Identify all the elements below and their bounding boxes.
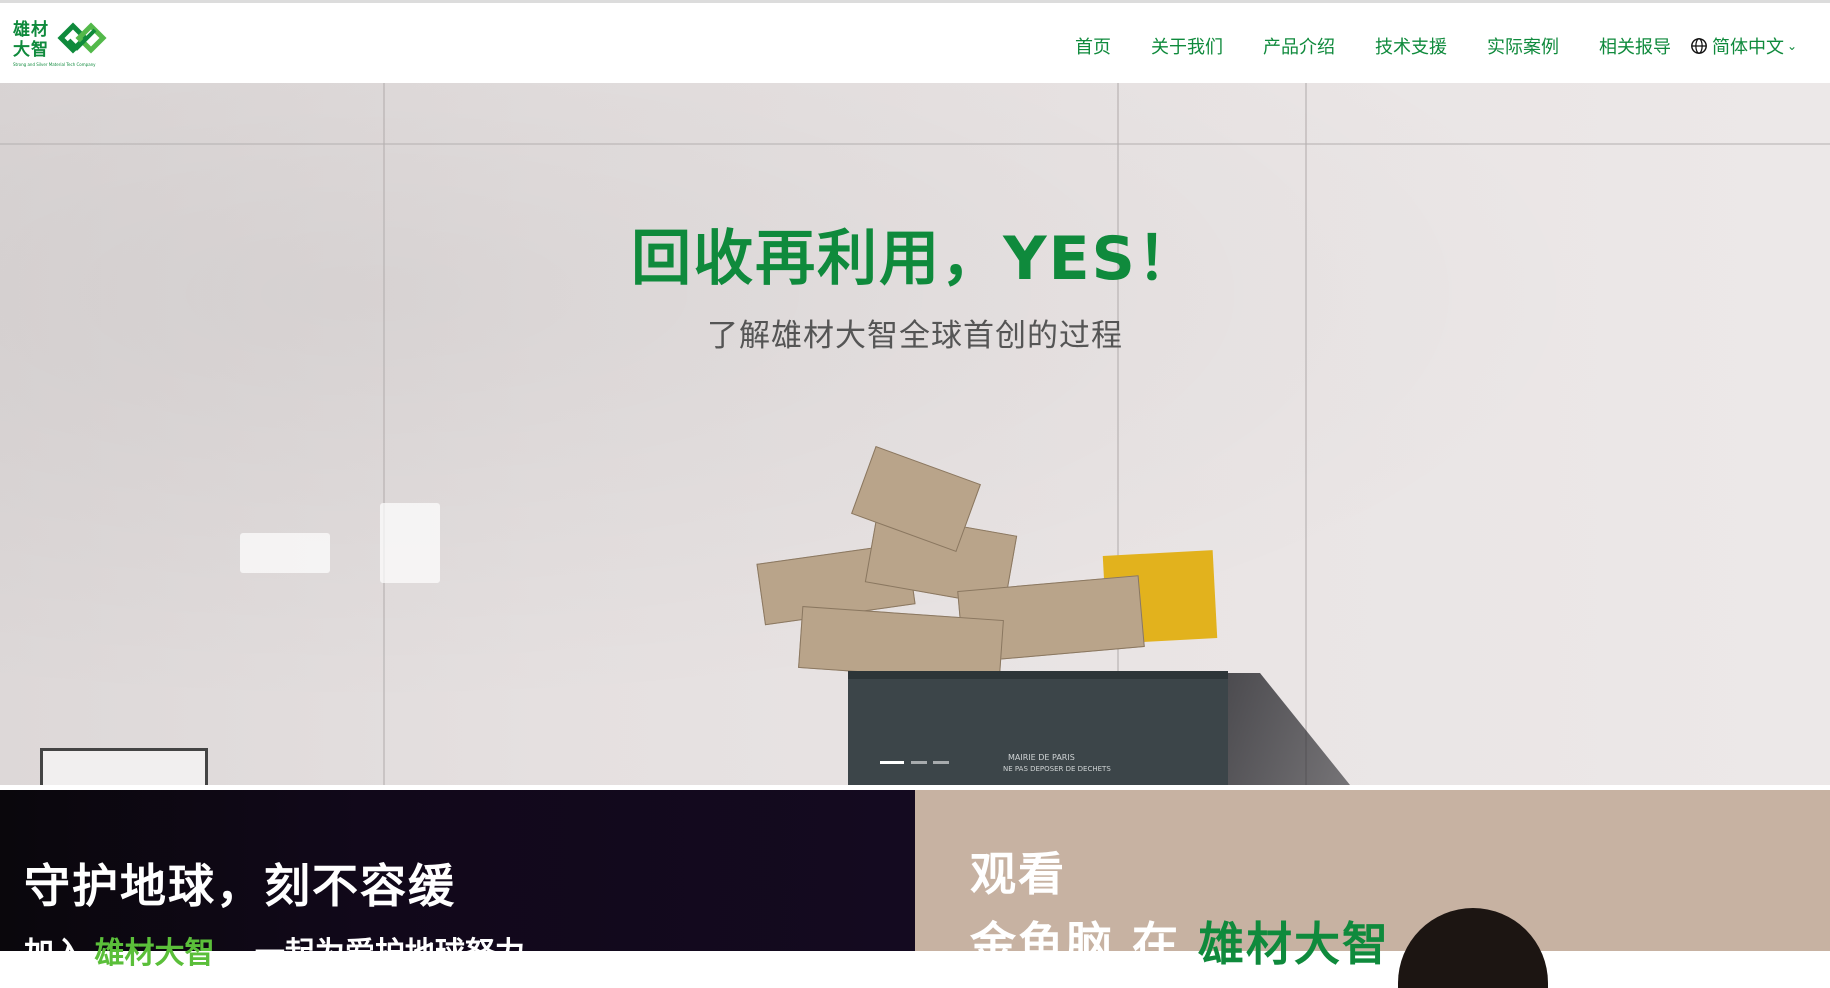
hero-title: 回收再利用，YES！ — [631, 224, 1199, 294]
site-header: 雄材 大智 Strong and Silver Material Tech Com… — [0, 3, 1830, 83]
trash-bin: MAIRIE DE PARIS NE PAS DEPOSER DE DECHET… — [848, 671, 1228, 785]
mission-title: 守护地球，刻不容缓 — [24, 859, 456, 913]
logo-tagline: Strong and Silver Material Tech Company — [13, 62, 96, 67]
video-title-prefix: 金鱼脑 在 — [970, 917, 1181, 971]
nav-home[interactable]: 首页 — [1075, 33, 1111, 59]
hero-subtitle: 了解雄材大智全球首创的过程 — [707, 318, 1123, 354]
mission-sub-prefix: 加入 — [24, 936, 84, 971]
globe-icon — [1691, 38, 1707, 54]
mission-sub-suffix: ，一起为爱护地球努力 — [224, 936, 525, 971]
chevron-down-icon: ⌄ — [1787, 39, 1798, 53]
nav-news[interactable]: 相关报导 — [1599, 33, 1671, 59]
video-title-highlight: 雄材大智 — [1198, 917, 1391, 971]
nav-products[interactable]: 产品介绍 — [1263, 33, 1335, 59]
bin-label: NE PAS DEPOSER DE DECHETS — [1003, 765, 1111, 773]
mission-sub-highlight: 雄材大智 — [94, 936, 215, 971]
cardboard — [851, 446, 981, 552]
video-watch-label: 观看 — [970, 847, 1066, 901]
logo-text: 雄材 大智 — [13, 20, 49, 60]
carousel-dot-1[interactable] — [880, 761, 904, 764]
wall-stain — [380, 503, 440, 583]
nav-cases[interactable]: 实际案例 — [1487, 33, 1559, 59]
nav-about[interactable]: 关于我们 — [1151, 33, 1223, 59]
carousel-dot-3[interactable] — [933, 761, 949, 764]
language-label: 简体中文 — [1712, 37, 1784, 58]
logo-mark-icon — [57, 22, 107, 54]
hero-banner: MAIRIE DE PARIS NE PAS DEPOSER DE DECHET… — [0, 83, 1830, 785]
wall-line — [0, 143, 1830, 145]
wall-outlet — [40, 748, 208, 785]
bin-label: MAIRIE DE PARIS — [1008, 753, 1075, 762]
language-selector[interactable]: 简体中文 ⌄ — [1690, 33, 1797, 59]
video-title: 金鱼脑 在 雄材大智 — [970, 908, 1390, 974]
wall-stain — [240, 533, 330, 573]
nav-support[interactable]: 技术支援 — [1375, 33, 1447, 59]
wall-seam — [1305, 83, 1307, 785]
carousel-dot-2[interactable] — [911, 761, 927, 764]
logo[interactable]: 雄材 大智 Strong and Silver Material Tech Com… — [13, 16, 117, 72]
wall-seam — [383, 83, 385, 785]
mission-subtitle: 加入 雄材大智 ，一起为爱护地球努力 — [24, 928, 525, 972]
